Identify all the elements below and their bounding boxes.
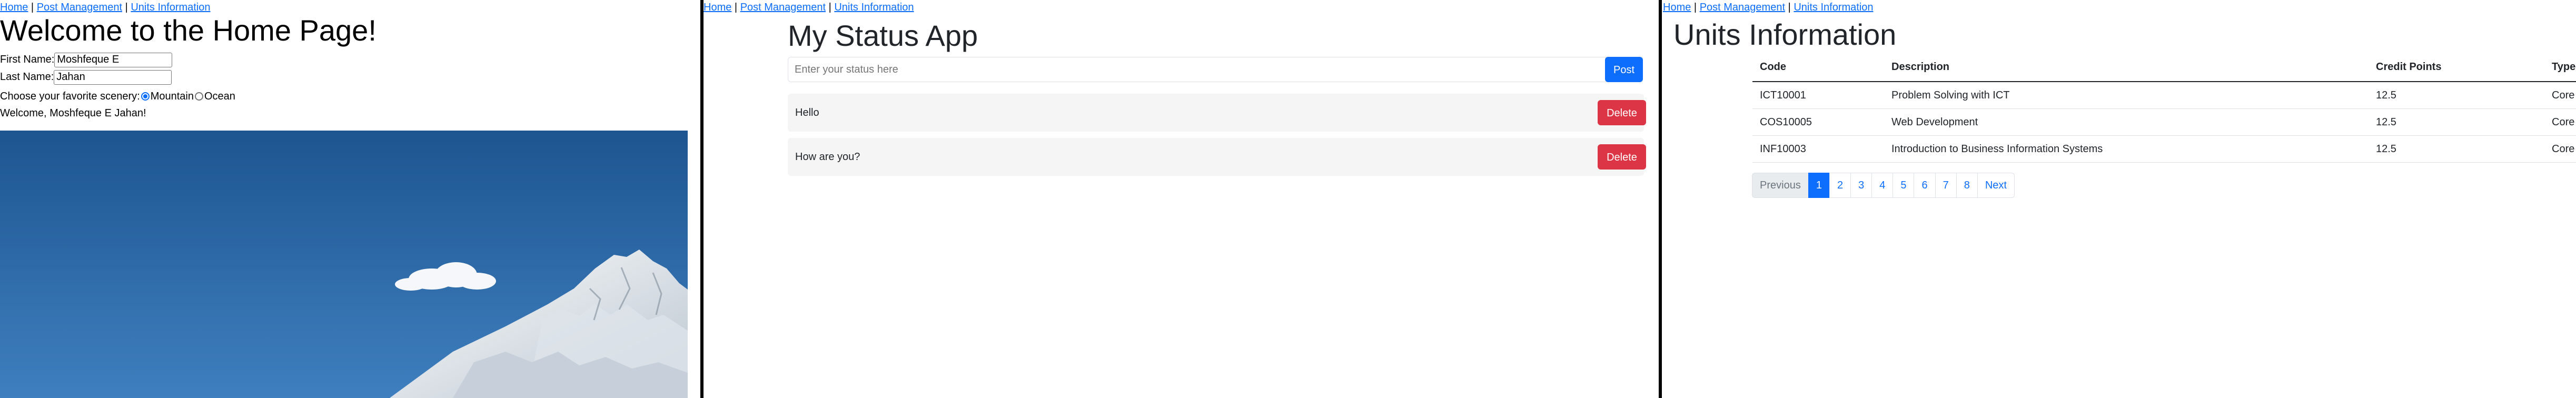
table-row: COS10005 Web Development 12.5 Core <box>1752 108 2576 136</box>
pagination-page-3[interactable]: 3 <box>1850 173 1872 198</box>
pagination-previous[interactable]: Previous <box>1752 173 1809 198</box>
units-table: Code Description Credit Points Type ICT1… <box>1752 58 2576 163</box>
cell-type: Core <box>2544 82 2576 109</box>
column-header-description: Description <box>1884 58 2369 82</box>
mountain-image <box>0 131 688 398</box>
nav-separator: | <box>734 2 738 13</box>
pagination-page-2[interactable]: 2 <box>1829 173 1851 198</box>
cell-description: Introduction to Business Information Sys… <box>1884 135 2369 163</box>
cell-credit-points: 12.5 <box>2369 82 2544 109</box>
first-name-field[interactable] <box>54 52 173 67</box>
cell-code: ICT10001 <box>1752 82 1884 109</box>
nav-bar: Home | Post Management | Units Informati… <box>1663 1 1874 14</box>
table-row: ICT10001 Problem Solving with ICT 12.5 C… <box>1752 82 2576 109</box>
nav-separator: | <box>1788 2 1791 13</box>
pagination-next[interactable]: Next <box>1977 173 2015 198</box>
nav-home-link[interactable]: Home <box>1663 2 1691 13</box>
status-app-panel: Home | Post Management | Units Informati… <box>704 0 1659 398</box>
scenery-row: Choose your favorite scenery: Mountain Oce… <box>0 88 235 104</box>
column-header-type: Type <box>2544 58 2576 82</box>
cell-type: Core <box>2544 135 2576 163</box>
cell-description: Problem Solving with ICT <box>1884 82 2369 109</box>
home-page-panel: Home | Post Management | Units Informati… <box>0 0 700 398</box>
pagination-page-4[interactable]: 4 <box>1871 173 1894 198</box>
pagination-page-8[interactable]: 8 <box>1956 173 1978 198</box>
status-item: How are you? Delete <box>788 138 1646 176</box>
last-name-row: Last Name: <box>0 69 172 85</box>
window-divider <box>1659 0 1662 398</box>
column-header-credit-points: Credit Points <box>2369 58 2544 82</box>
first-name-label: First Name: <box>0 54 55 65</box>
ocean-radio[interactable] <box>194 92 203 101</box>
nav-home-link[interactable]: Home <box>704 2 731 13</box>
nav-separator: | <box>1693 2 1697 13</box>
mountain-label[interactable]: Mountain <box>151 91 194 102</box>
welcome-message: Welcome, Moshfeque E Jahan! <box>0 107 146 119</box>
page-title: Units Information <box>1673 18 1897 51</box>
cell-credit-points: 12.5 <box>2369 108 2544 136</box>
nav-units-link[interactable]: Units Information <box>834 2 914 13</box>
delete-button[interactable]: Delete <box>1598 100 1646 125</box>
first-name-row: First Name: <box>0 52 173 67</box>
status-item: Hello Delete <box>788 94 1646 132</box>
table-row: INF10003 Introduction to Business Inform… <box>1752 135 2576 163</box>
column-header-code: Code <box>1752 58 1884 82</box>
cell-code: INF10003 <box>1752 135 1884 163</box>
nav-posts-link[interactable]: Post Management <box>740 2 826 13</box>
cell-type: Core <box>2544 108 2576 136</box>
cell-credit-points: 12.5 <box>2369 135 2544 163</box>
last-name-label: Last Name: <box>0 71 54 83</box>
units-info-panel: Home | Post Management | Units Informati… <box>1663 0 2576 398</box>
delete-button[interactable]: Delete <box>1598 144 1646 170</box>
mountain-radio[interactable] <box>141 92 150 101</box>
pagination-page-6[interactable]: 6 <box>1914 173 1936 198</box>
nav-bar: Home | Post Management | Units Informati… <box>704 1 914 14</box>
status-input[interactable] <box>788 57 1609 82</box>
post-button[interactable]: Post <box>1605 57 1643 82</box>
pagination-page-7[interactable]: 7 <box>1935 173 1957 198</box>
cell-description: Web Development <box>1884 108 2369 136</box>
nav-units-link[interactable]: Units Information <box>1794 2 1873 13</box>
last-name-field[interactable] <box>54 69 172 85</box>
pagination-page-5[interactable]: 5 <box>1893 173 1915 198</box>
nav-separator: | <box>828 2 831 13</box>
scenery-label: Choose your favorite scenery: <box>0 91 140 102</box>
pagination-page-1[interactable]: 1 <box>1808 173 1830 198</box>
page-title: My Status App <box>788 19 978 52</box>
ocean-label[interactable]: Ocean <box>204 91 235 102</box>
page-title: Welcome to the Home Page! <box>0 14 377 47</box>
cell-code: COS10005 <box>1752 108 1884 136</box>
table-header-row: Code Description Credit Points Type <box>1752 58 2576 82</box>
pagination: Previous 1 2 3 4 5 6 7 8 Next <box>1752 173 2015 198</box>
status-text: How are you? <box>795 151 860 163</box>
status-text: Hello <box>795 107 819 118</box>
nav-posts-link[interactable]: Post Management <box>1700 2 1785 13</box>
